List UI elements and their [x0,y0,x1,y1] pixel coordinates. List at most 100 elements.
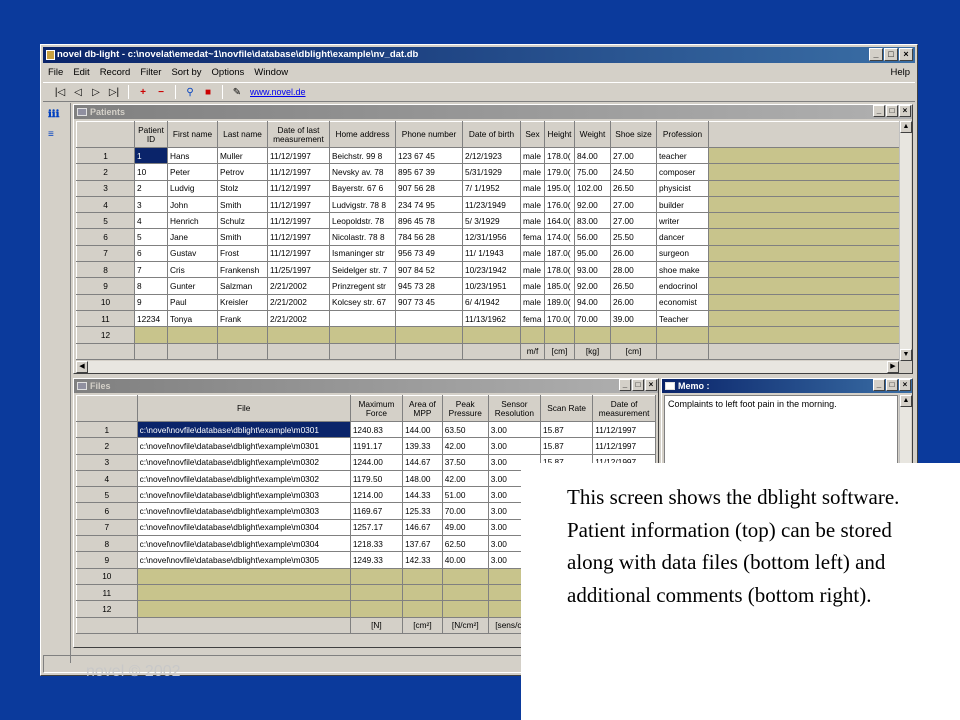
table-cell[interactable]: male [520,212,545,230]
table-cell[interactable]: 176.0( [544,195,575,214]
table-cell[interactable]: 956 73 49 [395,244,463,263]
table-cell[interactable]: 11/12/1997 [267,163,330,181]
table-cell[interactable]: 11/12/1997 [267,146,330,165]
table-cell[interactable]: 95.00 [574,244,611,263]
table-cell[interactable] [544,326,575,344]
table-cell[interactable]: 2 [134,179,168,197]
table-cell[interactable] [441,583,489,602]
table-cell[interactable]: 7 [134,261,168,279]
table-cell[interactable]: Tonya [167,309,218,328]
table-cell[interactable]: Kolcsey str. 67 [329,293,396,311]
prev-record-icon[interactable]: ◁ [71,85,85,99]
table-cell[interactable]: writer [656,212,709,230]
table-cell[interactable]: 3 [134,195,168,214]
table-cell[interactable]: 70.00 [441,502,489,520]
table-cell[interactable] [349,567,404,585]
table-cell[interactable]: Gustav [167,244,218,263]
table-cell[interactable]: 102.00 [574,179,611,197]
table-cell[interactable]: 75.00 [574,163,611,181]
menu-options[interactable]: Options [207,67,250,78]
table-row[interactable]: 6 5 Jane Smith 11/12/1997 Nicolastr. 78 8 784 … [76,228,900,246]
minimize-button[interactable]: _ [869,48,883,61]
table-cell[interactable]: 7/ 1/1952 [462,179,521,197]
scroll-down-icon[interactable]: ▼ [900,349,912,361]
table-cell[interactable] [329,309,396,328]
table-cell[interactable]: Gunter [167,277,218,295]
table-cell[interactable]: 907 84 52 [395,261,463,279]
table-cell[interactable]: 5/ 3/1929 [462,212,521,230]
table-cell[interactable]: 10 [134,163,168,181]
table-cell[interactable]: 1179.50 [349,469,404,488]
table-cell[interactable]: 146.67 [402,518,443,537]
table-cell[interactable]: 27.00 [610,146,657,165]
table-cell[interactable]: 25.50 [610,228,657,246]
table-cell[interactable]: 28.00 [610,261,657,279]
table-cell[interactable]: 40.00 [441,551,489,569]
table-cell[interactable]: 27.00 [610,195,657,214]
table-cell[interactable]: Frost [217,244,268,263]
table-cell[interactable] [167,326,218,344]
table-cell[interactable]: Salzman [217,277,268,295]
table-cell[interactable]: 93.00 [574,261,611,279]
table-cell[interactable]: fema [520,228,545,246]
delete-record-icon[interactable]: − [154,85,168,99]
last-record-icon[interactable]: ▷| [107,85,121,99]
table-cell[interactable]: surgeon [656,244,709,263]
table-cell[interactable]: 26.00 [610,293,657,311]
table-cell[interactable]: 62.50 [441,535,489,553]
table-cell[interactable]: 83.00 [574,212,611,230]
table-cell[interactable]: c:\novel\novfile\database\dblight\exampl… [136,535,351,553]
table-cell[interactable]: physicist [656,179,709,197]
table-cell[interactable] [349,600,404,618]
table-cell[interactable]: 3.00 [487,420,542,439]
table-cell[interactable] [441,567,489,585]
table-cell[interactable]: 895 67 39 [395,163,463,181]
table-cell[interactable] [402,567,443,585]
table-cell[interactable]: 9 [134,293,168,311]
table-cell[interactable]: composer [656,163,709,181]
table-cell[interactable] [136,567,351,585]
table-cell[interactable]: c:\novel\novfile\database\dblight\exampl… [136,486,351,504]
table-cell[interactable] [136,583,351,602]
table-cell[interactable]: 174.0( [544,228,575,246]
table-row[interactable]: 12 [76,326,900,344]
table-cell[interactable]: 1191.17 [349,437,404,455]
table-cell[interactable]: 39.00 [610,309,657,328]
table-cell[interactable]: 5 [134,228,168,246]
maximize-button[interactable]: □ [886,105,898,117]
files-titlebar[interactable]: Files _ □ × [74,379,658,393]
table-cell[interactable]: 123 67 45 [395,146,463,165]
website-link[interactable]: www.novel.de [250,87,306,97]
table-cell[interactable]: 12/31/1956 [462,228,521,246]
table-cell[interactable]: Ismaninger str [329,244,396,263]
table-cell[interactable]: 56.00 [574,228,611,246]
table-cell[interactable]: 144.00 [402,420,443,439]
table-cell[interactable]: 27.00 [610,212,657,230]
table-cell[interactable]: Ludvig [167,179,218,197]
table-cell[interactable]: 15.87 [539,420,594,439]
table-cell[interactable]: 94.00 [574,293,611,311]
table-cell[interactable]: 1218.33 [349,535,404,553]
table-cell[interactable]: 26.00 [610,244,657,263]
table-cell[interactable]: 142.33 [402,551,443,569]
table-cell[interactable]: 10/23/1942 [462,261,521,279]
table-cell[interactable]: 1244.00 [349,453,404,471]
table-cell[interactable]: endocrinol [656,277,709,295]
scroll-up-icon[interactable]: ▲ [900,395,912,407]
table-cell[interactable]: 12234 [134,309,168,328]
close-button[interactable]: × [645,379,657,391]
table-cell[interactable]: Frankensh [217,261,268,279]
table-cell[interactable]: Kreisler [217,293,268,311]
menu-window[interactable]: Window [249,67,293,78]
table-cell[interactable]: 234 74 95 [395,195,463,214]
table-cell[interactable]: 2/21/2002 [267,309,330,328]
table-cell[interactable]: 8 [134,277,168,295]
table-row[interactable]: 10 9 Paul Kreisler 2/21/2002 Kolcsey str. 67 9… [76,293,900,311]
table-cell[interactable]: 63.50 [441,420,489,439]
table-row[interactable]: 7 6 Gustav Frost 11/12/1997 Ismaninger str 956… [76,244,900,263]
table-cell[interactable]: 26.50 [610,179,657,197]
menu-edit[interactable]: Edit [68,67,94,78]
table-cell[interactable]: c:\novel\novfile\database\dblight\exampl… [136,502,351,520]
table-cell[interactable]: 92.00 [574,195,611,214]
table-cell[interactable]: Bayerstr. 67 6 [329,179,396,197]
